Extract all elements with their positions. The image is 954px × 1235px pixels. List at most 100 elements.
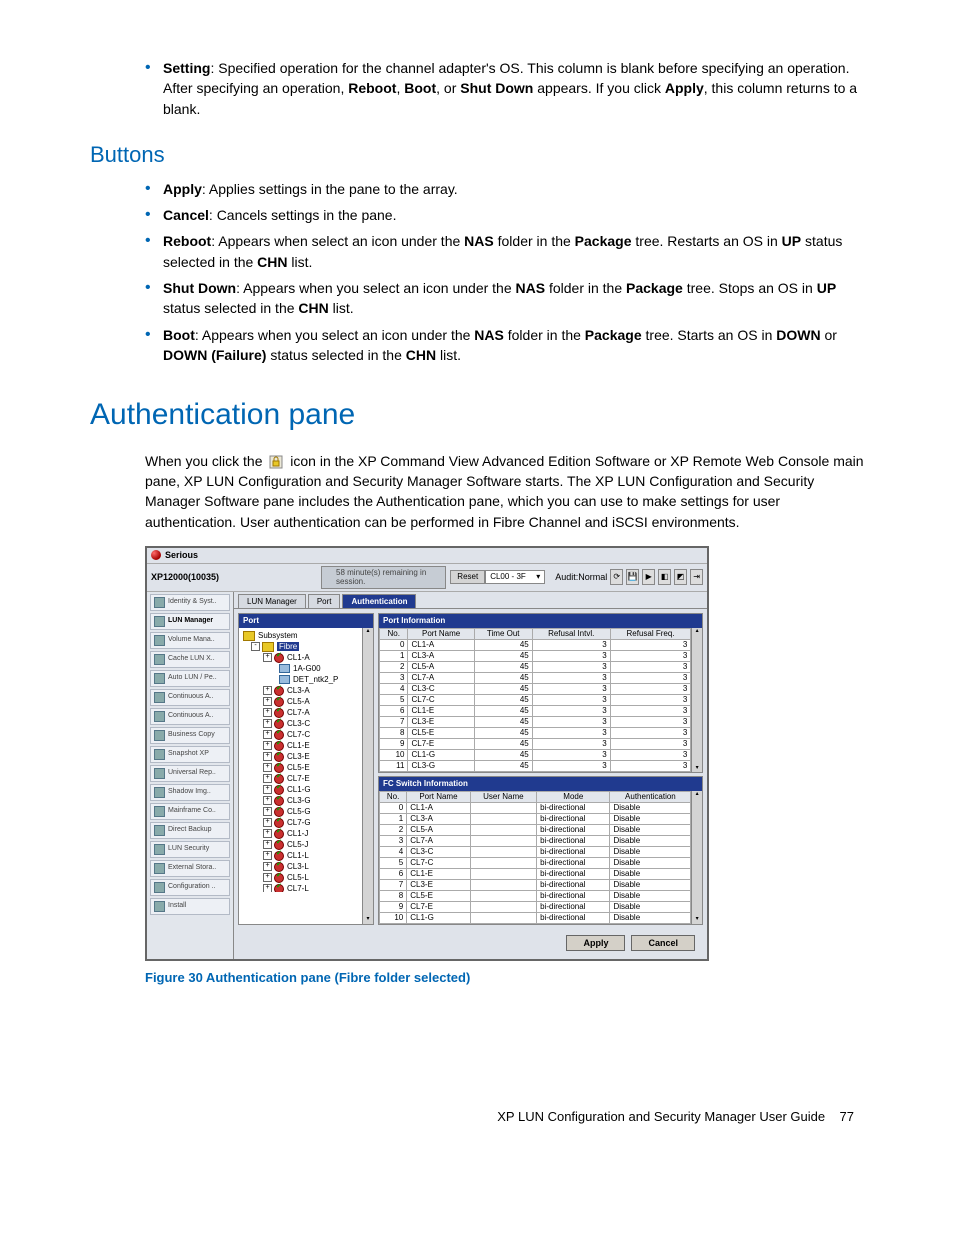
tree-item[interactable]: +CL7-C [243, 729, 358, 740]
port-tree[interactable]: Subsystem-Fibre+CL1-A1A-G00DET_ntk2_P+CL… [239, 628, 362, 892]
sidebar-item[interactable]: LUN Manager [150, 613, 230, 630]
scrollbar[interactable]: ▴▾ [362, 628, 373, 924]
expand-icon[interactable]: + [263, 763, 272, 772]
tree-item[interactable]: +CL3-L [243, 861, 358, 872]
tree-item[interactable]: +CL5-E [243, 762, 358, 773]
tree-item[interactable]: +CL5-G [243, 806, 358, 817]
table-row[interactable]: 8CL5-Ebi-directionalDisable [380, 890, 691, 901]
port-range-dropdown[interactable]: CL00 - 3F▾ [485, 570, 545, 584]
column-header[interactable]: Port Name [407, 791, 470, 802]
table-row[interactable]: 2CL5-Abi-directionalDisable [380, 824, 691, 835]
sidebar-item[interactable]: Volume Mana.. [150, 632, 230, 649]
tree-item[interactable]: +CL7-A [243, 707, 358, 718]
column-header[interactable]: Port Name [408, 629, 474, 640]
tree-item[interactable]: +CL7-E [243, 773, 358, 784]
scrollbar[interactable]: ▴▾ [691, 628, 702, 772]
column-header[interactable]: Authentication [610, 791, 691, 802]
sidebar-item[interactable]: Identity & Syst.. [150, 594, 230, 611]
expand-icon[interactable]: + [263, 730, 272, 739]
tree-item[interactable]: +CL3-C [243, 718, 358, 729]
scrollbar[interactable]: ▴▾ [691, 791, 702, 924]
table-row[interactable]: 7CL3-Ebi-directionalDisable [380, 879, 691, 890]
port-info-table[interactable]: No.Port NameTime OutRefusal Intvl.Refusa… [379, 628, 691, 772]
table-row[interactable]: 2CL5-A4533 [380, 662, 691, 673]
table-row[interactable]: 7CL3-E4533 [380, 717, 691, 728]
expand-icon[interactable]: + [263, 686, 272, 695]
expand-icon[interactable]: + [263, 884, 272, 892]
table-row[interactable]: 4CL3-C4533 [380, 684, 691, 695]
sidebar-item[interactable]: Configuration .. [150, 879, 230, 896]
tab-lun-manager[interactable]: LUN Manager [238, 594, 306, 609]
table-row[interactable]: 10CL1-G4533 [380, 750, 691, 761]
expand-icon[interactable]: + [263, 785, 272, 794]
table-row[interactable]: 5CL7-C4533 [380, 695, 691, 706]
column-header[interactable]: No. [380, 791, 407, 802]
tree-item[interactable]: +CL3-A [243, 685, 358, 696]
tab-authentication[interactable]: Authentication [342, 594, 416, 609]
toolbar-icon-1[interactable]: ⟳ [610, 569, 623, 585]
sidebar-item[interactable]: Continuous A.. [150, 708, 230, 725]
expand-icon[interactable]: + [263, 719, 272, 728]
table-row[interactable]: 5CL7-Cbi-directionalDisable [380, 857, 691, 868]
sidebar-item[interactable]: Mainframe Co.. [150, 803, 230, 820]
sidebar-item[interactable]: Direct Backup [150, 822, 230, 839]
apply-button[interactable]: Apply [566, 935, 625, 952]
table-row[interactable]: 6CL1-E4533 [380, 706, 691, 717]
tree-item[interactable]: 1A-G00 [243, 663, 358, 674]
column-header[interactable]: No. [380, 629, 408, 640]
column-header[interactable]: Mode [537, 791, 610, 802]
expand-icon[interactable]: + [263, 796, 272, 805]
tree-item[interactable]: DET_ntk2_P [243, 674, 358, 685]
toolbar-icon-3[interactable]: ▶ [642, 569, 655, 585]
expand-icon[interactable]: + [263, 862, 272, 871]
table-row[interactable]: 4CL3-Cbi-directionalDisable [380, 846, 691, 857]
column-header[interactable]: Refusal Intvl. [532, 629, 610, 640]
sidebar-item[interactable]: Continuous A.. [150, 689, 230, 706]
expand-icon[interactable]: + [263, 741, 272, 750]
table-row[interactable]: 6CL1-Ebi-directionalDisable [380, 868, 691, 879]
tree-item[interactable]: +CL1-J [243, 828, 358, 839]
expand-icon[interactable]: + [263, 752, 272, 761]
sidebar-item[interactable]: Install [150, 898, 230, 915]
tree-item[interactable]: +CL3-E [243, 751, 358, 762]
collapse-icon[interactable]: - [251, 642, 260, 651]
sidebar-item[interactable]: Auto LUN / Pe.. [150, 670, 230, 687]
toolbar-icon-4[interactable]: ◧ [658, 569, 671, 585]
tree-item[interactable]: +CL7-G [243, 817, 358, 828]
sidebar-item[interactable]: Universal Rep.. [150, 765, 230, 782]
sidebar-item[interactable]: Business Copy [150, 727, 230, 744]
tree-item[interactable]: +CL7-L [243, 883, 358, 892]
table-row[interactable]: 0CL1-A4533 [380, 640, 691, 651]
table-row[interactable]: 9CL7-Ebi-directionalDisable [380, 901, 691, 912]
table-row[interactable]: 3CL7-A4533 [380, 673, 691, 684]
reset-button[interactable]: Reset [450, 570, 485, 584]
table-row[interactable]: 1CL3-A4533 [380, 651, 691, 662]
table-row[interactable]: 10CL1-Gbi-directionalDisable [380, 912, 691, 923]
cancel-button[interactable]: Cancel [631, 935, 695, 952]
table-row[interactable]: 0CL1-Abi-directionalDisable [380, 802, 691, 813]
expand-icon[interactable]: + [263, 697, 272, 706]
expand-icon[interactable]: + [263, 774, 272, 783]
expand-icon[interactable]: + [263, 807, 272, 816]
expand-icon[interactable]: + [263, 653, 272, 662]
tree-item[interactable]: +CL5-A [243, 696, 358, 707]
expand-icon[interactable]: + [263, 840, 272, 849]
expand-icon[interactable]: + [263, 829, 272, 838]
expand-icon[interactable]: + [263, 873, 272, 882]
table-row[interactable]: 9CL7-E4533 [380, 739, 691, 750]
tree-item[interactable]: +CL1-E [243, 740, 358, 751]
tree-item[interactable]: +CL1-A [243, 652, 358, 663]
tree-item[interactable]: +CL5-J [243, 839, 358, 850]
sidebar-item[interactable]: Cache LUN X.. [150, 651, 230, 668]
sidebar-item[interactable]: Shadow Img.. [150, 784, 230, 801]
tree-item[interactable]: +CL1-L [243, 850, 358, 861]
sidebar-item[interactable]: Snapshot XP [150, 746, 230, 763]
tree-item[interactable]: +CL1-G [243, 784, 358, 795]
toolbar-icon-5[interactable]: ◩ [674, 569, 687, 585]
tree-item[interactable]: +CL3-G [243, 795, 358, 806]
column-header[interactable]: User Name [470, 791, 536, 802]
table-row[interactable]: 8CL5-E4533 [380, 728, 691, 739]
toolbar-icon-6[interactable]: ⇥ [690, 569, 703, 585]
expand-icon[interactable]: + [263, 708, 272, 717]
table-row[interactable]: 11CL3-G4533 [380, 761, 691, 772]
